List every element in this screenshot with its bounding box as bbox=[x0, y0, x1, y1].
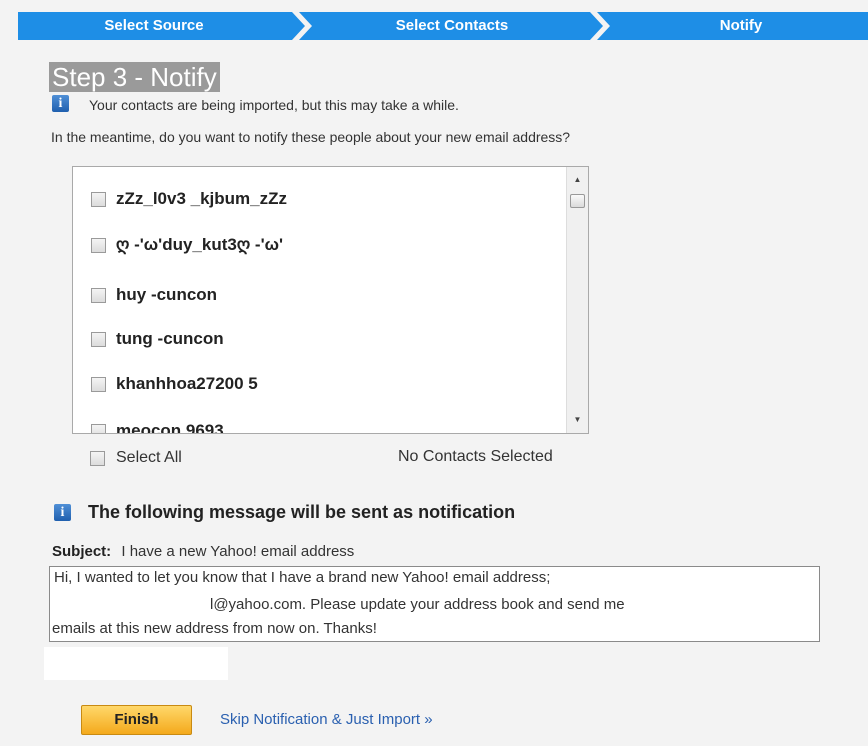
contact-name: meocon 9693 bbox=[116, 421, 224, 434]
contact-item[interactable]: ღ -'ω'duy_kut3ღ -'ω' bbox=[91, 234, 283, 256]
select-all-checkbox[interactable] bbox=[90, 450, 105, 466]
finish-button[interactable]: Finish bbox=[81, 705, 192, 735]
contact-item[interactable]: huy -cuncon bbox=[91, 284, 217, 306]
contact-checkbox[interactable] bbox=[91, 237, 106, 253]
notify-question-text: In the meantime, do you want to notify t… bbox=[51, 129, 571, 145]
contact-name: tung -cuncon bbox=[116, 329, 224, 348]
contact-item[interactable]: tung -cuncon bbox=[91, 328, 224, 350]
import-info-text: Your contacts are being imported, but th… bbox=[89, 97, 459, 113]
wizard-step-select-source: Select Source bbox=[104, 17, 204, 34]
message-line: emails at this new address from now on. … bbox=[52, 620, 377, 637]
wizard-step-select-contacts: Select Contacts bbox=[395, 17, 509, 34]
message-line: l@yahoo.com. Please update your address … bbox=[210, 596, 625, 613]
subject-label: Subject: bbox=[52, 543, 112, 560]
contacts-scrollbar[interactable]: ▲ ▼ bbox=[566, 167, 588, 433]
contact-checkbox[interactable] bbox=[91, 331, 106, 347]
scroll-thumb[interactable] bbox=[570, 194, 585, 208]
contact-name: ღ -'ω'duy_kut3ღ -'ω' bbox=[116, 235, 284, 254]
contact-item[interactable]: meocon 9693 bbox=[91, 420, 224, 434]
wizard-step-notify: Notify bbox=[719, 17, 763, 34]
subject-line: Subject: I have a new Yahoo! email addre… bbox=[52, 543, 354, 560]
contact-checkbox[interactable] bbox=[91, 376, 106, 392]
contact-checkbox[interactable] bbox=[91, 191, 106, 207]
blank-panel bbox=[44, 647, 228, 680]
notification-heading: The following message will be sent as no… bbox=[88, 502, 516, 522]
select-all-control[interactable]: Select All bbox=[90, 449, 182, 467]
info-icon: i bbox=[52, 95, 69, 112]
contact-checkbox[interactable] bbox=[91, 287, 106, 303]
contact-item[interactable]: khanhhoa27200 5 bbox=[91, 373, 258, 395]
page-title: Step 3 - Notify bbox=[49, 62, 220, 92]
skip-notification-link[interactable]: Skip Notification & Just Import » bbox=[220, 711, 433, 728]
info-icon: i bbox=[54, 504, 71, 521]
notification-message-field[interactable]: Hi, I wanted to let you know that I have… bbox=[49, 566, 820, 642]
scroll-up-arrow-icon[interactable]: ▲ bbox=[567, 171, 588, 189]
select-all-label: Select All bbox=[116, 449, 182, 466]
scroll-down-arrow-icon[interactable]: ▼ bbox=[567, 411, 588, 429]
contact-checkbox[interactable] bbox=[91, 423, 106, 433]
subject-value: I have a new Yahoo! email address bbox=[121, 543, 355, 560]
selection-status: No Contacts Selected bbox=[398, 448, 553, 465]
contact-name: zZz_l0v3 _kjbum_zZz bbox=[116, 189, 288, 208]
message-line: Hi, I wanted to let you know that I have… bbox=[54, 569, 551, 586]
contacts-list[interactable]: zZz_l0v3 _kjbum_zZz ღ -'ω'duy_kut3ღ -'ω'… bbox=[72, 166, 589, 434]
contact-name: huy -cuncon bbox=[116, 285, 218, 304]
wizard-step-bar: Select Source Select Contacts Notify bbox=[18, 12, 868, 40]
contact-item[interactable]: zZz_l0v3 _kjbum_zZz bbox=[91, 188, 287, 210]
contact-name: khanhhoa27200 5 bbox=[116, 374, 258, 393]
